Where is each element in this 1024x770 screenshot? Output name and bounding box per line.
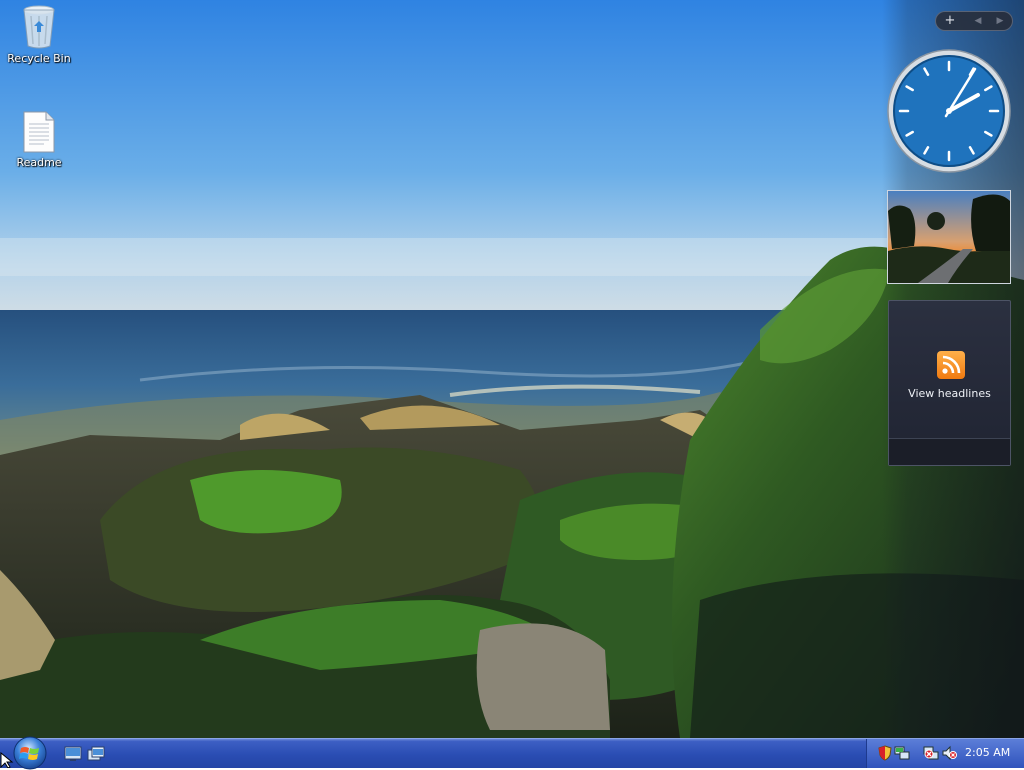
start-button[interactable] — [8, 736, 52, 770]
system-tray: 2:05 AM — [866, 739, 1024, 768]
rss-feed-icon — [937, 351, 965, 379]
text-document-icon — [23, 111, 55, 153]
desktop-icon-label: Recycle Bin — [7, 52, 71, 65]
taskbar-clock[interactable]: 2:05 AM — [965, 746, 1010, 759]
feed-headlines-gadget[interactable]: View headlines — [888, 300, 1011, 466]
slideshow-image — [888, 191, 1010, 283]
next-gadgets-button[interactable]: ▶ — [988, 13, 1012, 29]
volume-muted-icon[interactable] — [941, 745, 957, 761]
desktop-icon-label: Readme — [16, 156, 62, 169]
sidebar-controls: + ◀ ▶ — [935, 11, 1013, 31]
add-gadget-button[interactable]: + — [938, 13, 962, 29]
mouse-cursor-icon — [0, 752, 14, 768]
network-icon[interactable] — [894, 745, 910, 761]
previous-gadgets-button[interactable]: ◀ — [966, 13, 990, 29]
desktop-icon-readme[interactable]: Readme — [1, 110, 77, 169]
desktop-icon-recycle-bin[interactable]: Recycle Bin — [1, 4, 77, 65]
network-disconnected-icon[interactable] — [923, 745, 939, 761]
clock-gadget[interactable] — [886, 48, 1012, 174]
taskbar: 2:05 AM — [0, 736, 1024, 770]
show-desktop-icon[interactable] — [64, 746, 82, 761]
slideshow-gadget[interactable] — [887, 190, 1011, 284]
recycle-bin-icon — [23, 5, 55, 49]
security-shield-icon[interactable] — [877, 745, 893, 761]
feed-gadget-footer — [889, 438, 1010, 465]
desktop-wallpaper — [0, 0, 1024, 738]
switch-windows-icon[interactable] — [87, 746, 105, 761]
view-headlines-link[interactable]: View headlines — [889, 387, 1010, 400]
